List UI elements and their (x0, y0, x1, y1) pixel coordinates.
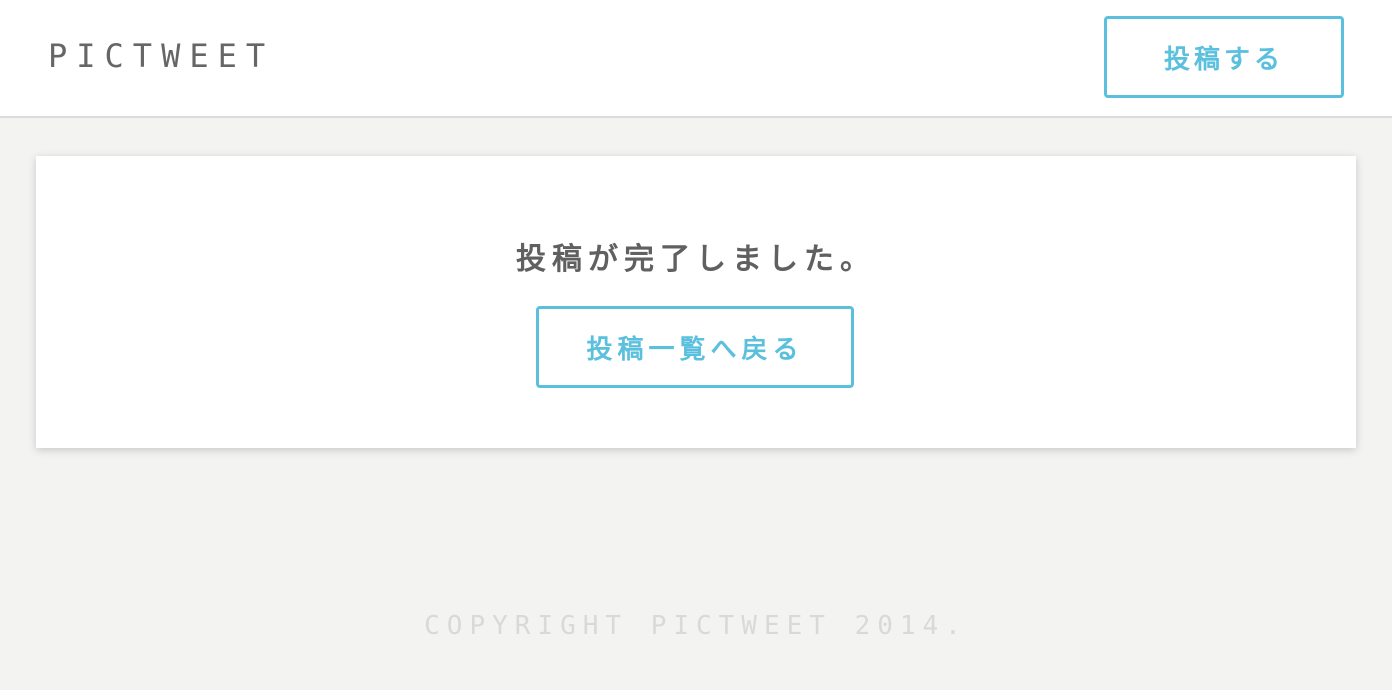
post-button[interactable]: 投稿する (1104, 16, 1344, 98)
back-to-list-button[interactable]: 投稿一覧へ戻る (536, 306, 854, 388)
completion-card: 投稿が完了しました。 投稿一覧へ戻る (36, 156, 1356, 448)
site-logo[interactable]: PICTWEET (48, 36, 274, 76)
site-header: PICTWEET 投稿する (0, 0, 1392, 118)
completion-message: 投稿が完了しました。 (516, 242, 876, 277)
copyright-footer: COPYRIGHT PICTWEET 2014. (424, 611, 968, 641)
